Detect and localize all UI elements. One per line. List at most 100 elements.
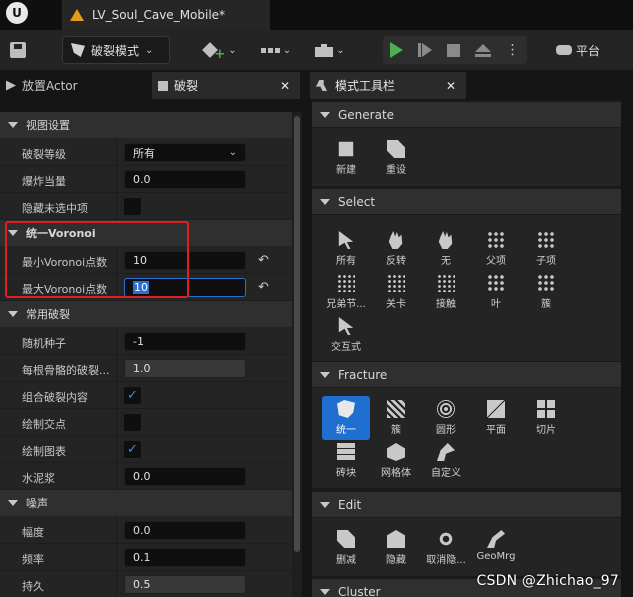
fracture-uniform-button[interactable]: 统一 — [322, 396, 370, 440]
select-none-button[interactable]: 无 — [422, 227, 470, 271]
blueprint-button[interactable]: ⌄ — [256, 36, 296, 64]
combine-content-checkbox[interactable]: ✓ — [124, 387, 141, 404]
hide-unselected-checkbox[interactable] — [124, 198, 141, 215]
cinematics-button[interactable]: ⌄ — [310, 36, 350, 64]
details-scrollbar[interactable] — [292, 112, 302, 597]
new-button[interactable]: 新建 — [322, 136, 370, 180]
slice-icon — [537, 400, 555, 418]
category-noise[interactable]: 噪声 — [0, 490, 292, 516]
play-icon[interactable] — [390, 42, 404, 58]
section-fracture[interactable]: Fracture — [312, 362, 621, 387]
edit-prune-button[interactable]: 删减 — [322, 526, 370, 570]
fracture-plane-button[interactable]: 平面 — [472, 396, 520, 440]
document-tab-title: LV_Soul_Cave_Mobile* — [92, 8, 226, 22]
select-contact-button[interactable]: 接触 — [422, 270, 470, 314]
reset-icon — [387, 140, 405, 158]
section-edit[interactable]: Edit — [312, 492, 621, 517]
collapse-arrow-icon — [8, 230, 18, 236]
mode-select[interactable]: 破裂模式 ⌄ — [62, 36, 170, 64]
add-actor-button[interactable]: + ⌄ — [200, 36, 240, 64]
mesh-icon — [387, 443, 405, 461]
property-row: 频率 0.1 — [0, 544, 292, 571]
document-tab[interactable]: LV_Soul_Cave_Mobile* — [62, 0, 270, 30]
select-level-button[interactable]: 关卡 — [372, 270, 420, 314]
select-children-button[interactable]: 子项 — [522, 227, 570, 271]
frequency-input[interactable]: 0.1 — [124, 548, 246, 567]
property-row: 组合破裂内容 ✓ — [0, 382, 292, 409]
eject-icon[interactable] — [474, 43, 491, 57]
draw-diagram-checkbox[interactable]: ✓ — [124, 441, 141, 458]
close-icon[interactable]: ✕ — [446, 79, 456, 93]
save-button[interactable] — [4, 36, 32, 64]
fracture-cluster-button[interactable]: 簇 — [372, 396, 420, 440]
more-options-icon[interactable]: ⋮ — [506, 43, 520, 57]
category-voronoi[interactable]: 统一Voronoi — [0, 220, 292, 246]
fracture-level-dropdown[interactable]: 所有 ⌄ — [124, 143, 246, 162]
stop-icon[interactable] — [446, 43, 460, 57]
select-parent-button[interactable]: 父项 — [472, 227, 520, 271]
explode-amount-input[interactable]: 0.0 — [124, 170, 246, 189]
unreal-logo-icon[interactable]: U — [4, 0, 30, 26]
property-row: 持久 0.5 — [0, 571, 292, 597]
scrollbar-thumb[interactable] — [294, 116, 300, 552]
select-tools: 所有 反转 无 父项 子项 兄弟节... 关卡 接触 叶 簇 交互式 — [312, 215, 621, 361]
draw-sites-checkbox[interactable] — [124, 414, 141, 431]
wrench-icon — [316, 80, 327, 91]
category-view-settings[interactable]: 视图设置 — [0, 112, 292, 138]
random-seed-input[interactable]: -1 — [124, 332, 246, 351]
cluster-icon — [537, 274, 555, 292]
voronoi-icon — [337, 400, 355, 418]
clapperboard-icon — [315, 43, 334, 57]
select-siblings-button[interactable]: 兄弟节... — [322, 270, 370, 314]
platform-button[interactable]: 平台 — [556, 36, 633, 64]
persistence-input[interactable]: 0.5 — [124, 575, 246, 594]
section-select[interactable]: Select — [312, 189, 621, 214]
fracture-slice-button[interactable]: 切片 — [522, 396, 570, 440]
reset-to-default-icon[interactable]: ↶ — [258, 280, 269, 295]
select-invert-button[interactable]: 反转 — [372, 227, 420, 271]
main-toolbar: 破裂模式 ⌄ + ⌄ ⌄ ⌄ ⋮ 平台 — [0, 30, 633, 70]
tab-mode-toolbar[interactable]: 模式工具栏 ✕ — [310, 72, 466, 99]
fracture-radial-button[interactable]: 圆形 — [422, 396, 470, 440]
platform-label: 平台 — [576, 43, 601, 58]
select-cluster-button[interactable]: 簇 — [522, 270, 570, 314]
hide-icon — [387, 530, 405, 548]
step-icon[interactable] — [418, 43, 433, 57]
grout-input[interactable]: 0.0 — [124, 467, 246, 486]
select-interactive-button[interactable]: 交互式 — [322, 313, 370, 357]
select-all-button[interactable]: 所有 — [322, 227, 370, 271]
edit-geomerge-button[interactable]: GeoMrg — [472, 526, 520, 570]
select-leaf-button[interactable]: 叶 — [472, 270, 520, 314]
radial-icon — [437, 400, 455, 418]
leaf-icon — [487, 274, 505, 292]
generate-tools: 新建 重设 — [312, 128, 621, 186]
edit-hide-button[interactable]: 隐藏 — [372, 526, 420, 570]
siblings-icon — [337, 274, 355, 292]
fracture-per-bone-input[interactable]: 1.0 — [124, 359, 246, 378]
collapse-arrow-icon — [8, 311, 18, 317]
collapse-arrow-icon — [320, 588, 330, 595]
tab-fracture[interactable]: 破裂 ✕ — [152, 72, 300, 99]
section-generate[interactable]: Generate — [312, 102, 621, 127]
level-icon — [70, 9, 84, 21]
select-all-icon — [338, 231, 354, 249]
chevron-down-icon: ⌄ — [228, 147, 237, 158]
category-common-fracture[interactable]: 常用破裂 — [0, 301, 292, 327]
amplitude-input[interactable]: 0.0 — [124, 521, 246, 540]
reset-to-default-icon[interactable]: ↶ — [258, 253, 269, 268]
min-voronoi-points-input[interactable]: 10 — [124, 251, 246, 270]
reset-button[interactable]: 重设 — [372, 136, 420, 180]
interactive-icon — [338, 317, 354, 335]
fracture-brick-button[interactable]: 砖块 — [322, 439, 370, 483]
tab-label: 模式工具栏 — [335, 79, 396, 93]
tab-label: 放置Actor — [22, 79, 78, 93]
fracture-mesh-button[interactable]: 网格体 — [372, 439, 420, 483]
close-icon[interactable]: ✕ — [280, 79, 290, 93]
fracture-custom-button[interactable]: 自定义 — [422, 439, 470, 483]
max-voronoi-points-input[interactable]: 10 — [124, 278, 246, 297]
property-row: 随机种子 -1 — [0, 328, 292, 355]
tab-place-actors[interactable]: 放置Actor — [0, 72, 150, 99]
edit-unhide-button[interactable]: 取消隐... — [422, 526, 470, 570]
plane-icon — [487, 400, 505, 418]
mode-select-label: 破裂模式 — [91, 43, 140, 58]
